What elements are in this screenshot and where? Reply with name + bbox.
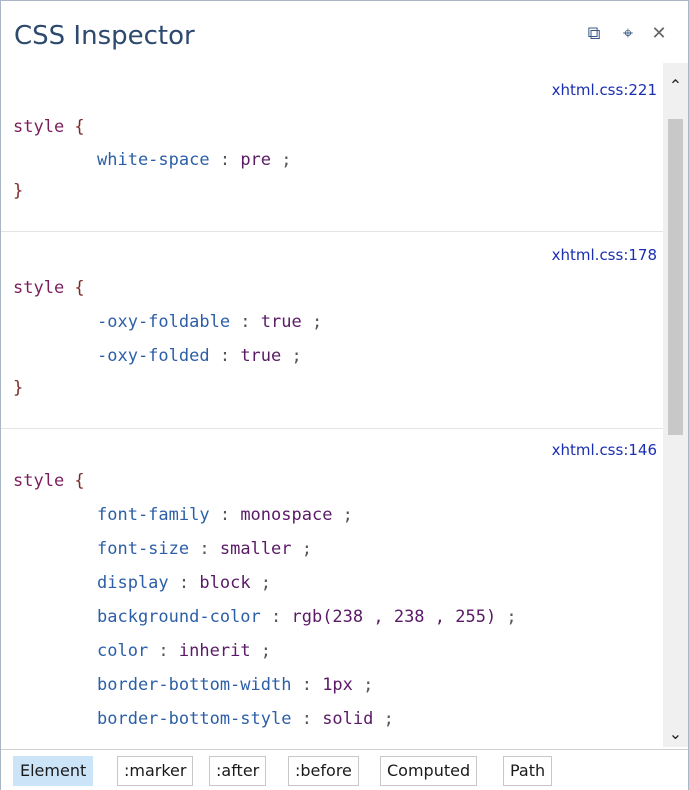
vertical-scrollbar[interactable]: ⌃ ⌄ (663, 63, 688, 747)
declaration-property: color (97, 641, 149, 661)
close-icon[interactable]: ✕ (649, 23, 669, 43)
declaration-value: true (260, 312, 302, 332)
declaration-property: border-bottom-width (97, 675, 292, 695)
declaration-value: 1px (322, 675, 353, 695)
rule-selector-line: style { (13, 471, 85, 491)
tab-element[interactable]: Element (13, 756, 94, 786)
css-inspector-panel: CSS Inspector ⧉ ⌖ ✕ xhtml.css:221 style … (0, 0, 689, 790)
rule-selector: style (13, 278, 65, 298)
declaration-value: monospace (240, 505, 333, 525)
declaration-value: smaller (219, 539, 292, 559)
pin-icon[interactable]: ⌖ (618, 23, 638, 43)
css-rule: xhtml.css:221 style { white-space : pre … (1, 63, 663, 232)
declaration-property: display (97, 573, 169, 593)
declaration[interactable]: font-size : smaller ; (97, 539, 312, 559)
declaration-property: -oxy-foldable (97, 312, 231, 332)
tab-path[interactable]: Path (503, 756, 553, 786)
restore-icon[interactable]: ⧉ (584, 23, 604, 43)
declaration-property: border-bottom-style (97, 709, 292, 729)
declaration[interactable]: color : inherit ; (97, 641, 271, 661)
declaration-property: -oxy-folded (97, 346, 210, 366)
rule-close-brace: } (13, 378, 24, 398)
css-rule: xhtml.css:146 style { font-family : mono… (1, 429, 663, 747)
rule-close-brace: } (13, 181, 24, 201)
rule-selector-line: style { (13, 278, 85, 298)
declaration[interactable]: border-bottom-width : 1px ; (97, 675, 373, 695)
declaration[interactable]: -oxy-folded : true ; (97, 346, 302, 366)
tab-computed[interactable]: Computed (380, 756, 478, 786)
rule-selector: style (13, 117, 65, 137)
declaration-value: pre (240, 150, 272, 170)
rule-source-link[interactable]: xhtml.css:146 (552, 441, 657, 459)
declaration-value: inherit (178, 641, 251, 661)
declaration-value: rgb(238 , 238 , 255) (291, 607, 497, 627)
inspector-tabs: Element :marker :after :before Computed … (1, 749, 688, 790)
rule-selector: style (13, 471, 65, 491)
declaration-property: background-color (97, 607, 261, 627)
declaration[interactable]: -oxy-foldable : true ; (97, 312, 322, 332)
tab-before[interactable]: :before (288, 756, 359, 786)
rule-source-link[interactable]: xhtml.css:178 (552, 246, 657, 264)
tab-after[interactable]: :after (209, 756, 267, 786)
declaration[interactable]: background-color : rgb(238 , 238 , 255) … (97, 607, 517, 627)
declaration[interactable]: white-space : pre ; (97, 150, 292, 170)
rule-source-link[interactable]: xhtml.css:221 (552, 81, 657, 99)
scroll-down-icon[interactable]: ⌄ (663, 723, 688, 747)
panel-titlebar: CSS Inspector ⧉ ⌖ ✕ (1, 1, 688, 63)
declaration[interactable]: font-family : monospace ; (97, 505, 353, 525)
declaration-property: white-space (97, 150, 210, 170)
rule-selector-line: style { (13, 117, 85, 137)
css-rule: xhtml.css:178 style { -oxy-foldable : tr… (1, 232, 663, 429)
declaration-value: solid (322, 709, 374, 729)
scrollbar-thumb[interactable] (668, 119, 683, 435)
rules-list: xhtml.css:221 style { white-space : pre … (1, 63, 663, 747)
declaration-value: block (199, 573, 251, 593)
declaration-property: font-family (97, 505, 210, 525)
scroll-up-icon[interactable]: ⌃ (663, 75, 688, 99)
tab-marker[interactable]: :marker (117, 756, 194, 786)
declaration[interactable]: display : block ; (97, 573, 271, 593)
declaration-value: true (240, 346, 282, 366)
panel-title: CSS Inspector (14, 21, 195, 51)
declaration[interactable]: border-bottom-style : solid ; (97, 709, 394, 729)
declaration-property: font-size (97, 539, 190, 559)
